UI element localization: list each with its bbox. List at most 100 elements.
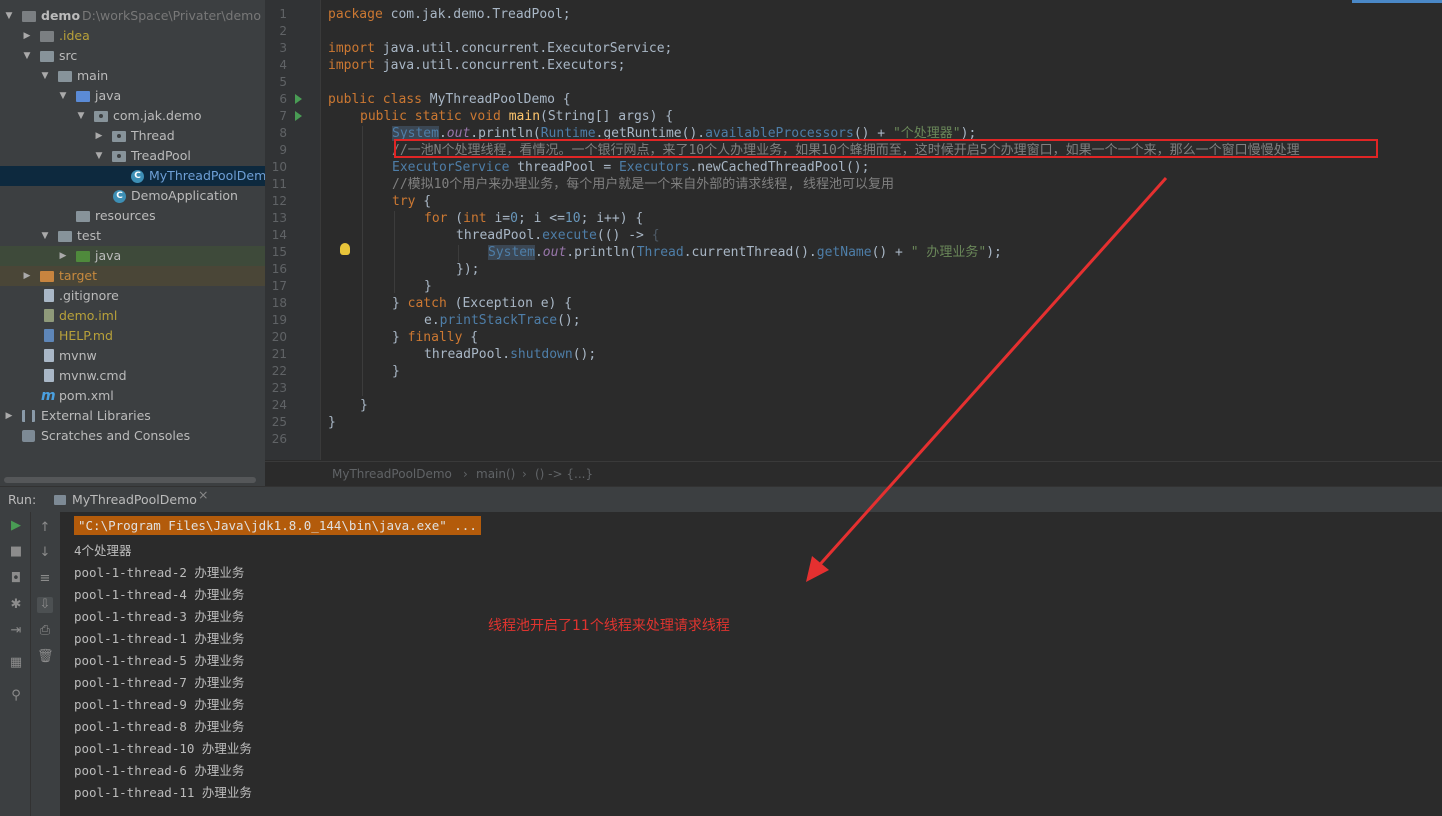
output-line: pool-1-thread-2 办理业务	[74, 565, 245, 580]
resources-folder-icon	[76, 211, 90, 222]
chevron-down-icon[interactable]: ▼	[76, 106, 86, 126]
tree-item-label: TreadPool	[131, 148, 191, 163]
tree-item-help-md[interactable]: HELP.md	[0, 326, 265, 346]
output-line: pool-1-thread-4 办理业务	[74, 587, 245, 602]
tree-item-label: HELP.md	[59, 328, 113, 343]
code-line-7: public static void main(String[] args) {	[360, 109, 674, 124]
maven-icon: m	[41, 388, 56, 404]
tree-item-package[interactable]: ▼ com.jak.demo	[0, 106, 265, 126]
output-line: pool-1-thread-10 办理业务	[74, 741, 252, 756]
arrow-down-icon[interactable]: ↓	[37, 545, 53, 561]
tree-item-thread[interactable]: ▶ Thread	[0, 126, 265, 146]
horizontal-scrollbar[interactable]	[4, 477, 256, 483]
lightbulb-icon[interactable]	[340, 243, 350, 255]
output-line: pool-1-thread-8 办理业务	[74, 719, 245, 734]
code-line-1: package com.jak.demo.TreadPool;	[328, 7, 571, 22]
tree-item-main[interactable]: ▼ main	[0, 66, 265, 86]
tree-item-external-libraries[interactable]: ▶ External Libraries	[0, 406, 265, 426]
tree-item-src[interactable]: ▼ src	[0, 46, 265, 66]
line-number-gutter[interactable]: 1 2 3 4 5 6 7 8 9 10 11 12 13 14 15 16 1…	[265, 0, 321, 460]
tree-item-mvnw[interactable]: mvnw	[0, 346, 265, 366]
chevron-right-icon[interactable]: ▶	[4, 406, 14, 426]
chevron-down-icon[interactable]: ▼	[22, 46, 32, 66]
tree-item-target[interactable]: ▶ target	[0, 266, 265, 286]
stop-icon[interactable]: ■	[8, 544, 24, 560]
run-gutter-icon[interactable]	[295, 111, 302, 121]
tree-item-treadpool[interactable]: ▼ TreadPool	[0, 146, 265, 166]
tree-item-demoapplication[interactable]: C DemoApplication	[0, 186, 265, 206]
chevron-down-icon[interactable]: ▼	[40, 226, 50, 246]
source-folder-icon	[76, 91, 90, 102]
settings-icon[interactable]: ✱	[8, 597, 24, 613]
tree-item-demo[interactable]: ▼ demo D:\workSpace\Privater\demo	[0, 6, 265, 26]
soft-wrap-icon[interactable]: ≡	[37, 571, 53, 587]
chevron-down-icon[interactable]: ▼	[94, 146, 104, 166]
line-number: 22	[271, 364, 287, 378]
run-config-icon	[54, 495, 66, 505]
tree-item-label: External Libraries	[41, 408, 151, 423]
line-number: 8	[279, 126, 287, 140]
layout-icon[interactable]: ▦	[8, 655, 24, 671]
line-number: 26	[271, 432, 287, 446]
scroll-to-end-icon[interactable]: ⇩	[37, 597, 53, 613]
code-line-13: for (int i=0; i <=10; i++) {	[424, 211, 644, 226]
arrow-up-icon[interactable]: ↑	[37, 520, 53, 536]
line-number: 4	[279, 58, 287, 72]
console-output[interactable]: "C:\Program Files\Java\jdk1.8.0_144\bin\…	[60, 512, 1442, 816]
line-number: 11	[271, 177, 287, 191]
code-editor[interactable]: 1 2 3 4 5 6 7 8 9 10 11 12 13 14 15 16 1…	[265, 0, 1442, 487]
rerun-icon[interactable]: ▶	[8, 518, 24, 534]
output-line: pool-1-thread-6 办理业务	[74, 763, 245, 778]
run-tab[interactable]: MyThreadPoolDemo	[50, 487, 197, 513]
tree-item-demo-iml[interactable]: demo.iml	[0, 306, 265, 326]
tree-item-test[interactable]: ▼ test	[0, 226, 265, 246]
output-line: 4个处理器	[74, 543, 132, 558]
tree-item-scratches[interactable]: Scratches and Consoles	[0, 426, 265, 446]
tree-item-idea[interactable]: ▶ .idea	[0, 26, 265, 46]
line-number: 12	[271, 194, 287, 208]
test-folder-icon	[76, 251, 90, 262]
tree-item-java[interactable]: ▼ java	[0, 86, 265, 106]
tree-item-label: com.jak.demo	[113, 108, 202, 123]
line-number: 18	[271, 296, 287, 310]
run-tab-title: MyThreadPoolDemo	[72, 492, 197, 507]
chevron-right-icon[interactable]: ▶	[94, 126, 104, 146]
run-gutter-icon[interactable]	[295, 94, 302, 104]
code-line-10: ExecutorService threadPool = Executors.n…	[392, 160, 870, 175]
tree-item-mvnw-cmd[interactable]: mvnw.cmd	[0, 366, 265, 386]
pin-icon[interactable]: ⚲	[8, 688, 24, 704]
breadcrumb-item[interactable]: () -> {...}	[535, 462, 593, 486]
line-number: 3	[279, 41, 287, 55]
chevron-down-icon[interactable]: ▼	[58, 86, 68, 106]
breadcrumb-item[interactable]: main()	[476, 462, 515, 486]
line-number: 15	[271, 245, 287, 259]
chevron-right-icon[interactable]: ▶	[22, 26, 32, 46]
chevron-down-icon[interactable]: ▼	[4, 6, 14, 26]
tree-item-resources[interactable]: resources	[0, 206, 265, 226]
chevron-down-icon[interactable]: ▼	[40, 66, 50, 86]
code-line-6: public class MyThreadPoolDemo {	[328, 92, 571, 107]
tree-item-label: Thread	[131, 128, 175, 143]
camera-icon[interactable]: ◘	[8, 571, 24, 587]
tree-item-label: demo.iml	[59, 308, 118, 323]
trash-icon[interactable]: 🗑	[37, 649, 54, 665]
tree-item-label: pom.xml	[59, 388, 114, 403]
close-icon[interactable]: ×	[198, 487, 208, 502]
tree-item-gitignore[interactable]: .gitignore	[0, 286, 265, 306]
line-number: 7	[279, 109, 287, 123]
package-icon	[94, 111, 108, 122]
print-icon[interactable]: ⎙	[37, 623, 53, 639]
exit-icon[interactable]: ⇥	[8, 623, 24, 639]
tree-item-label: Scratches and Consoles	[41, 428, 191, 443]
tree-item-label: java	[95, 248, 122, 263]
breadcrumb-item[interactable]: MyThreadPoolDemo	[332, 462, 452, 486]
chevron-right-icon[interactable]: ▶	[58, 246, 68, 266]
output-line: pool-1-thread-11 办理业务	[74, 785, 252, 800]
tree-item-test-java[interactable]: ▶ java	[0, 246, 265, 266]
run-label: Run:	[8, 492, 37, 507]
chevron-right-icon[interactable]: ▶	[22, 266, 32, 286]
tree-item-pom-xml[interactable]: m pom.xml	[0, 386, 265, 406]
line-number: 6	[279, 92, 287, 106]
tree-item-mythreadpooldemo[interactable]: C MyThreadPoolDemo	[0, 166, 265, 186]
line-number: 14	[271, 228, 287, 242]
